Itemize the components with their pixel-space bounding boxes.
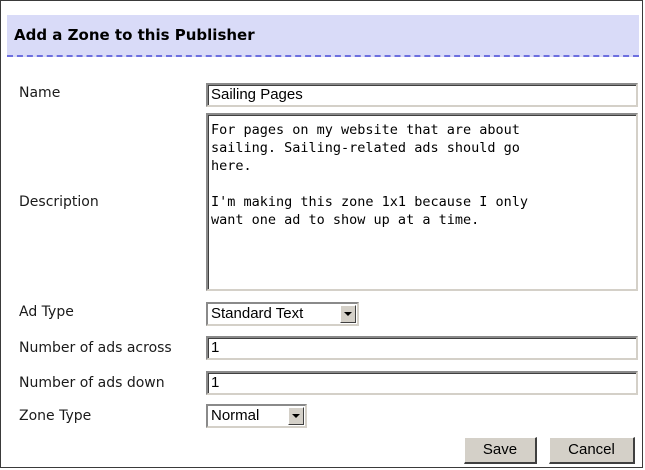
form-title: Add a Zone to this Publisher xyxy=(14,26,255,44)
description-label: Description xyxy=(19,194,99,210)
chevron-down-icon[interactable] xyxy=(288,407,304,425)
zone-form-panel: Add a Zone to this Publisher Name Sailin… xyxy=(0,0,643,468)
ad-type-select[interactable]: Standard Text xyxy=(206,302,359,326)
ads-down-input[interactable]: 1 xyxy=(206,371,638,395)
ad-type-select-value: Standard Text xyxy=(211,305,304,322)
zone-type-select[interactable]: Normal xyxy=(206,404,307,428)
ads-across-input[interactable]: 1 xyxy=(206,336,638,360)
ad-type-label: Ad Type xyxy=(19,304,74,320)
cancel-button[interactable]: Cancel xyxy=(549,437,635,464)
zone-type-select-value: Normal xyxy=(211,407,260,424)
form-header: Add a Zone to this Publisher xyxy=(7,15,639,57)
ads-down-label: Number of ads down xyxy=(19,375,165,391)
zone-type-label: Zone Type xyxy=(19,408,92,424)
description-textarea-value: For pages on my website that are about s… xyxy=(211,122,528,228)
name-label: Name xyxy=(19,85,61,101)
ads-across-input-value: 1 xyxy=(211,339,220,356)
save-button[interactable]: Save xyxy=(464,437,537,464)
ads-across-label: Number of ads across xyxy=(19,340,172,356)
ads-down-input-value: 1 xyxy=(211,374,220,391)
description-textarea[interactable]: For pages on my website that are about s… xyxy=(206,113,638,291)
chevron-down-icon[interactable] xyxy=(340,305,356,323)
name-input[interactable]: Sailing Pages xyxy=(206,83,638,107)
name-input-value: Sailing Pages xyxy=(211,86,303,103)
